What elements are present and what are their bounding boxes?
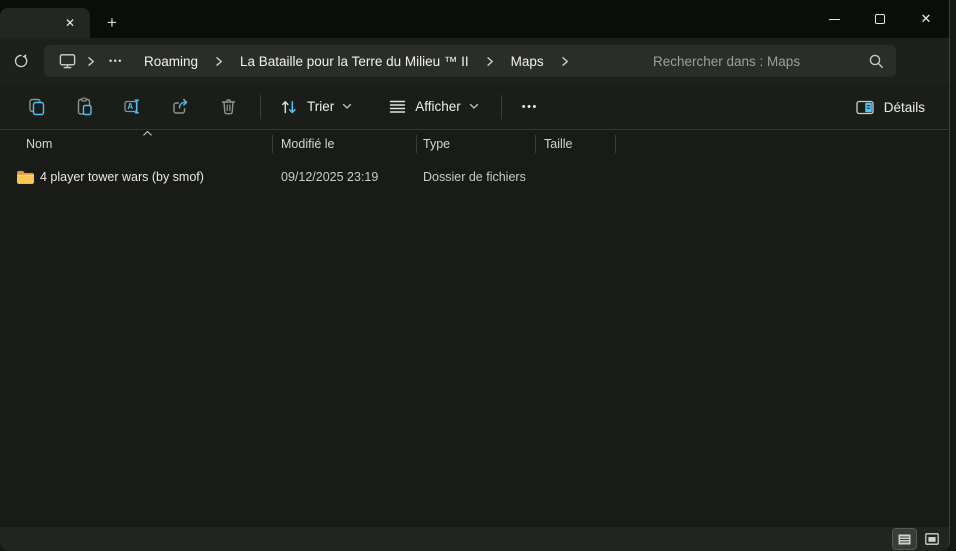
paste-button[interactable] — [60, 89, 108, 125]
delete-button[interactable] — [204, 89, 252, 125]
minimize-button[interactable] — [811, 0, 857, 38]
search-icon[interactable] — [868, 53, 884, 69]
breadcrumb-chevron[interactable] — [82, 48, 100, 74]
rename-button[interactable]: A — [108, 89, 156, 125]
breadcrumb-item-roaming[interactable]: Roaming — [132, 48, 210, 74]
monitor-icon — [58, 52, 77, 70]
trash-icon — [218, 96, 239, 117]
list-lines-icon — [388, 97, 407, 116]
refresh-icon — [12, 52, 30, 70]
folder-icon — [16, 169, 35, 185]
maximize-icon — [875, 14, 885, 24]
file-explorer-window: ✕ + ✕ — [0, 0, 950, 551]
column-header-name[interactable]: Nom — [16, 130, 273, 158]
more-options-button[interactable]: ••• — [510, 89, 550, 125]
toolbar-separator — [260, 95, 261, 119]
close-window-button[interactable]: ✕ — [903, 0, 949, 38]
command-toolbar: A — [0, 84, 949, 130]
view-dropdown-button[interactable]: Afficher — [378, 89, 489, 125]
share-button[interactable] — [156, 89, 204, 125]
svg-text:A: A — [127, 102, 133, 111]
sort-icon — [279, 97, 299, 117]
this-pc-button[interactable] — [52, 48, 82, 74]
breadcrumb-overflow-button[interactable]: ••• — [100, 48, 132, 74]
status-bar — [0, 527, 949, 551]
copy-button[interactable] — [12, 89, 60, 125]
refresh-button[interactable] — [4, 45, 38, 77]
breadcrumb-chevron[interactable] — [481, 48, 499, 74]
breadcrumb-item-maps[interactable]: Maps — [499, 48, 556, 74]
breadcrumb: ••• Roaming La Bataille pour la Terre du… — [44, 45, 676, 77]
large-icons-view-icon — [925, 533, 939, 545]
close-icon: ✕ — [65, 16, 75, 30]
window-controls: ✕ — [811, 0, 949, 38]
ellipsis-icon: ••• — [522, 101, 538, 113]
column-header-size[interactable]: Taille — [536, 130, 616, 158]
minimize-icon — [829, 19, 840, 20]
share-icon — [170, 96, 191, 117]
details-pane-button[interactable]: Détails — [847, 89, 933, 125]
file-type: Dossier de fichiers — [417, 170, 536, 184]
sort-label: Trier — [307, 99, 334, 114]
column-header-type[interactable]: Type — [417, 130, 536, 158]
file-modified: 09/12/2025 23:19 — [273, 170, 417, 184]
navigation-bar: ••• Roaming La Bataille pour la Terre du… — [0, 38, 949, 84]
tab-close-button[interactable]: ✕ — [60, 13, 80, 33]
file-list: 4 player tower wars (by smof) 09/12/2025… — [0, 158, 949, 503]
chevron-down-icon — [342, 103, 352, 110]
new-tab-button[interactable]: + — [99, 10, 125, 36]
large-icons-view-toggle[interactable] — [920, 529, 943, 549]
breadcrumb-item-game-folder[interactable]: La Bataille pour la Terre du Milieu ™ II — [228, 48, 481, 74]
file-name-cell: 4 player tower wars (by smof) — [16, 169, 273, 185]
maximize-button[interactable] — [857, 0, 903, 38]
column-header-modified[interactable]: Modifié le — [273, 130, 417, 158]
details-view-icon — [898, 534, 911, 545]
close-icon: ✕ — [921, 11, 932, 27]
copy-icon — [26, 96, 47, 117]
file-name: 4 player tower wars (by smof) — [40, 170, 204, 184]
details-label: Détails — [884, 100, 925, 115]
plus-icon: + — [107, 13, 117, 33]
search-box — [641, 45, 896, 77]
toolbar-separator — [501, 95, 502, 119]
file-row[interactable]: 4 player tower wars (by smof) 09/12/2025… — [0, 164, 949, 190]
breadcrumb-chevron[interactable] — [556, 48, 574, 74]
rename-icon: A — [122, 96, 143, 117]
details-pane-icon — [855, 99, 875, 116]
sort-dropdown-button[interactable]: Trier — [269, 89, 362, 125]
view-label: Afficher — [415, 99, 461, 114]
explorer-tab[interactable]: ✕ — [0, 8, 90, 38]
breadcrumb-chevron[interactable] — [210, 48, 228, 74]
column-header-row: Nom Modifié le Type Taille — [0, 130, 949, 158]
details-view-toggle[interactable] — [893, 529, 916, 549]
chevron-down-icon — [469, 103, 479, 110]
search-input[interactable] — [653, 54, 868, 69]
title-bar: ✕ + ✕ — [0, 0, 949, 38]
paste-icon — [74, 96, 95, 117]
